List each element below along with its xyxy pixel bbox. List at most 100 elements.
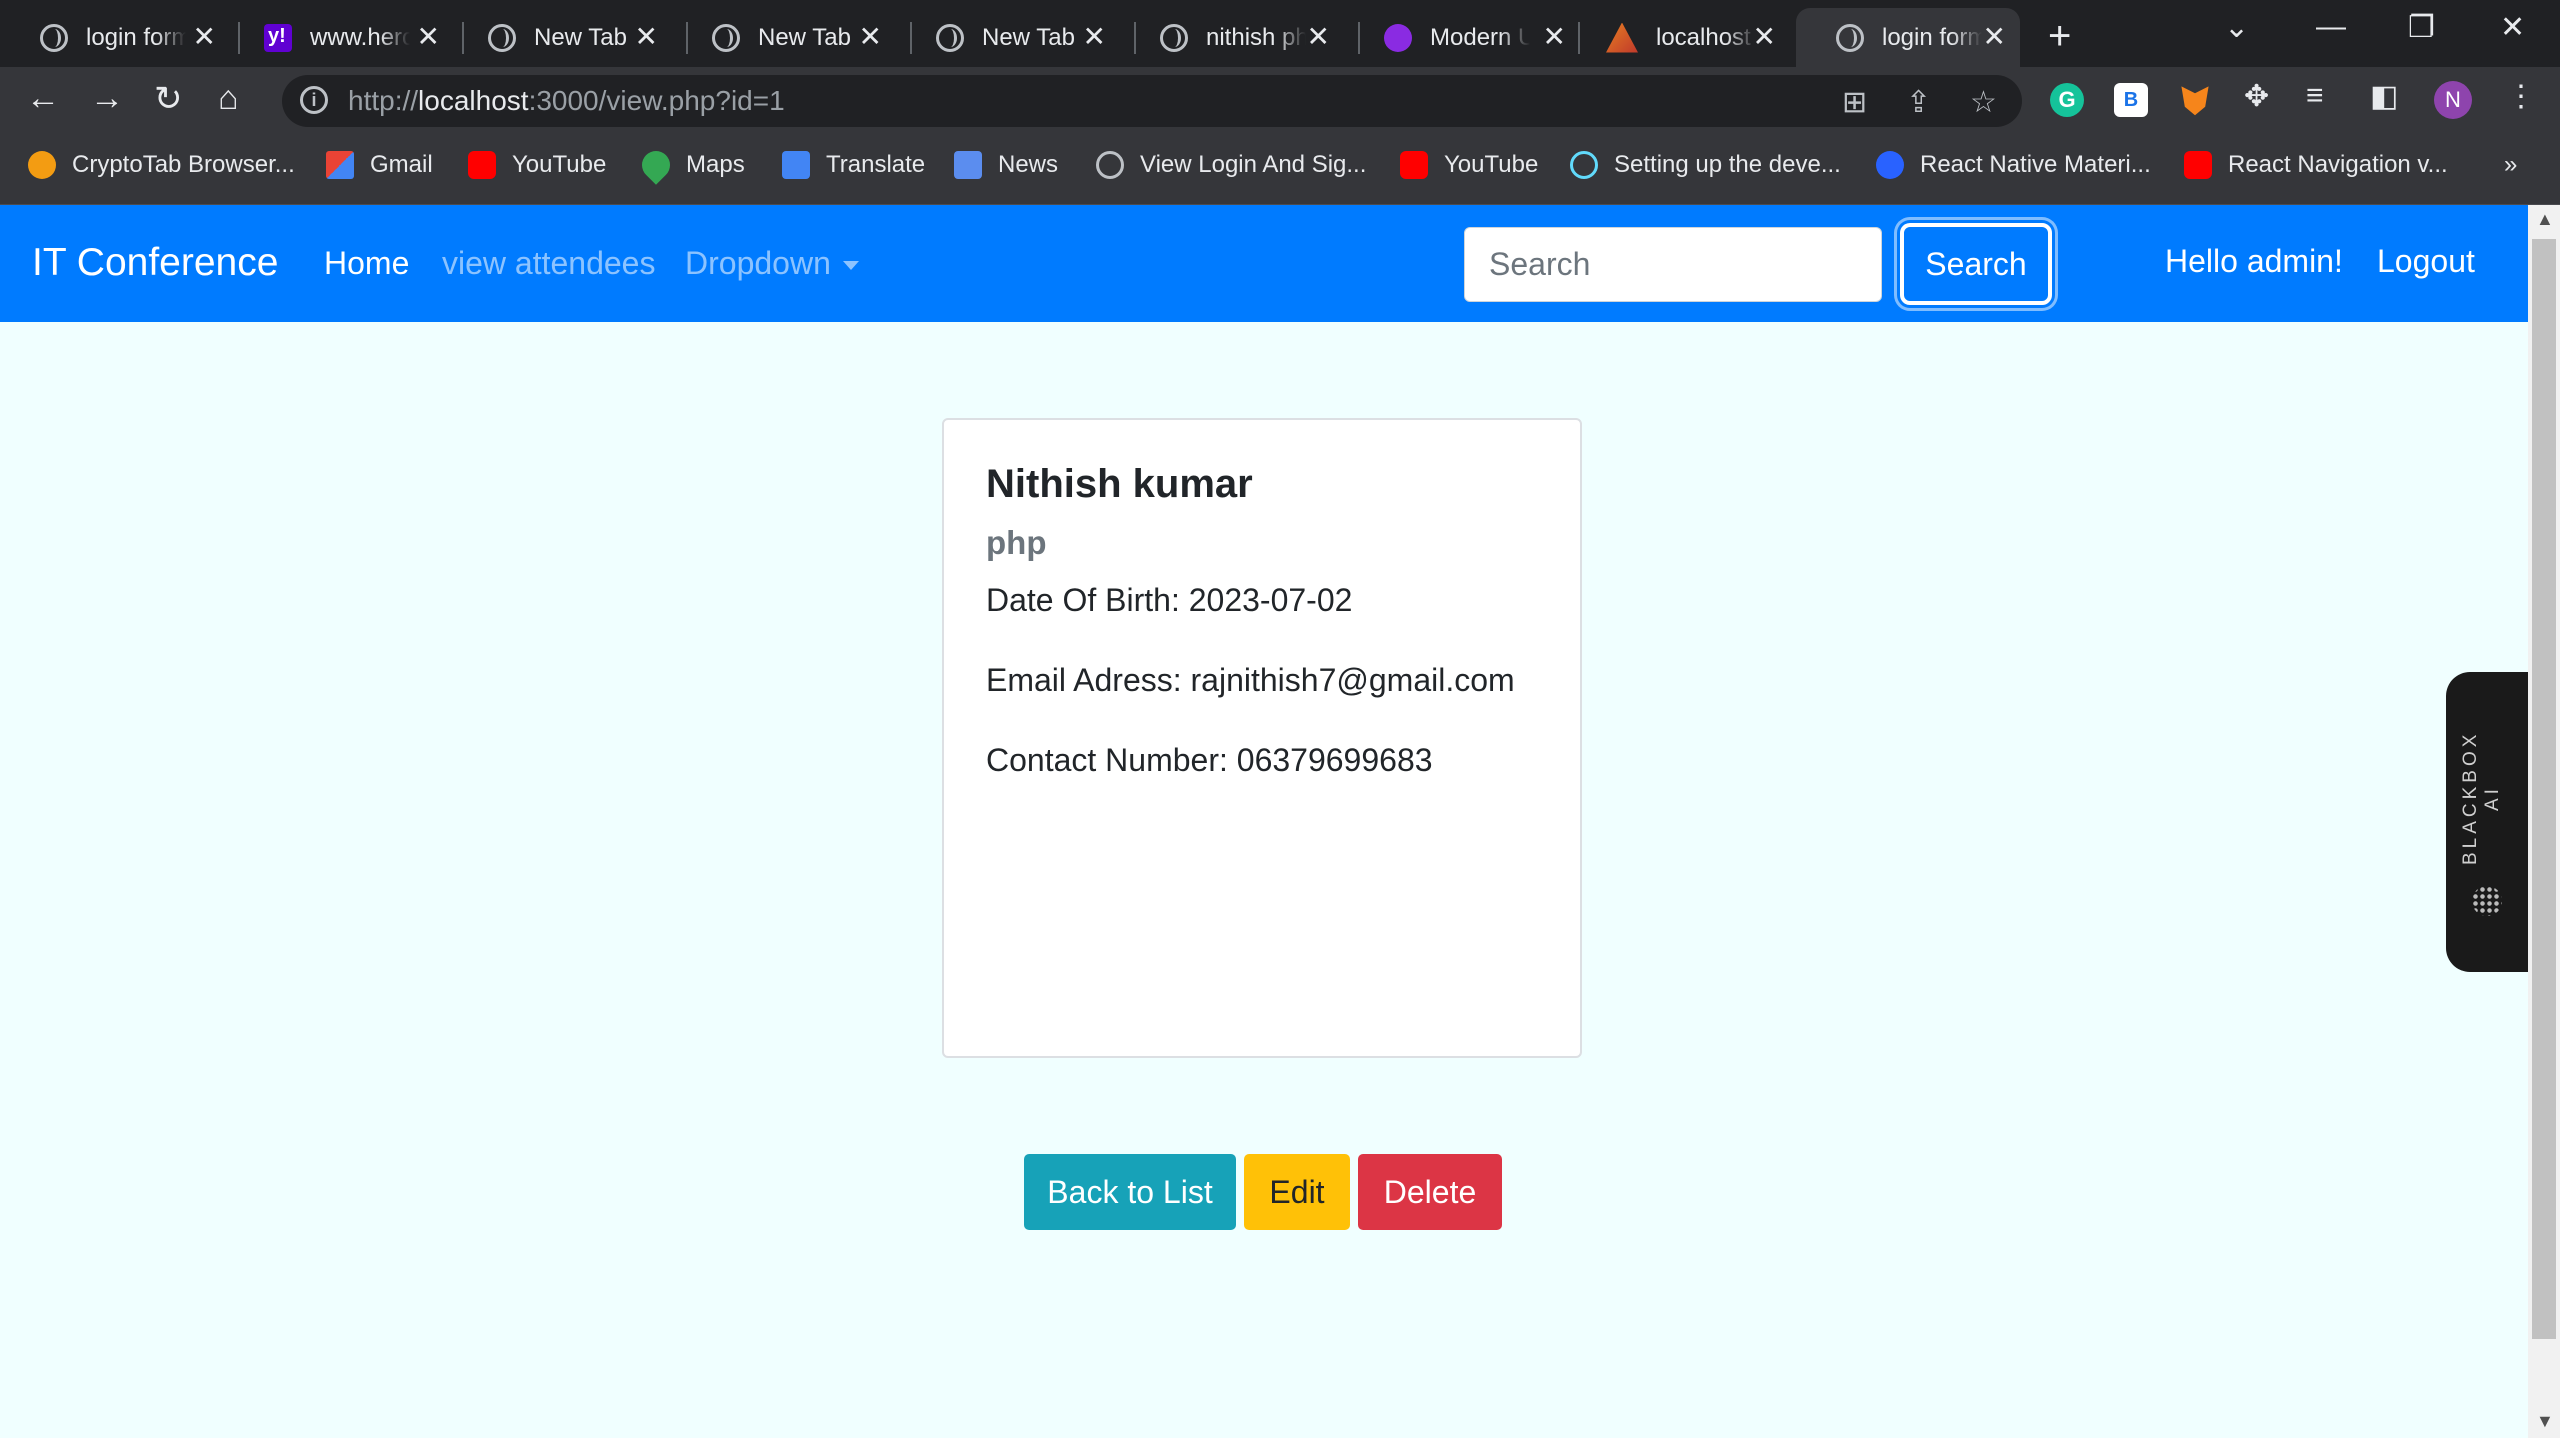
blackbox-ai-widget[interactable]: BLACKBOX AI bbox=[2446, 672, 2528, 972]
home-icon[interactable]: ⌂ bbox=[218, 79, 239, 118]
search-input[interactable] bbox=[1464, 227, 1882, 302]
profile-avatar[interactable]: N bbox=[2434, 81, 2472, 119]
extensions-puzzle-icon[interactable]: ✥ bbox=[2244, 79, 2269, 114]
tab-7[interactable]: Modern UI ✕ bbox=[1344, 8, 1580, 67]
metamask-icon[interactable] bbox=[2181, 86, 2209, 116]
side-panel-icon[interactable]: ◧ bbox=[2370, 79, 2398, 114]
youtube-icon bbox=[1400, 151, 1428, 179]
close-window-icon[interactable]: ✕ bbox=[2500, 10, 2525, 45]
bookmark-react-navigation[interactable]: React Navigation v... bbox=[2184, 151, 2448, 179]
logout-link[interactable]: Logout bbox=[2377, 243, 2475, 280]
nav-home-link[interactable]: Home bbox=[324, 245, 409, 282]
forward-arrow-icon[interactable]: → bbox=[90, 79, 124, 118]
media-control-icon[interactable]: ≡ bbox=[2306, 79, 2324, 113]
minimize-icon[interactable]: — bbox=[2316, 10, 2346, 44]
tab-9-active[interactable]: login form ✕ bbox=[1796, 8, 2020, 67]
translate-page-icon[interactable]: ⊞ bbox=[1842, 85, 1867, 120]
back-arrow-icon[interactable]: ← bbox=[26, 79, 60, 118]
tab-title: New Tab bbox=[982, 23, 1075, 51]
globe-icon bbox=[936, 23, 964, 52]
bookmark-label: React Native Materi... bbox=[1920, 151, 2151, 178]
youtube-icon bbox=[468, 151, 496, 179]
tab-8[interactable]: localhost ✕ bbox=[1566, 8, 1790, 67]
close-icon[interactable]: ✕ bbox=[635, 20, 658, 53]
edit-button[interactable]: Edit bbox=[1244, 1154, 1350, 1230]
gmail-icon bbox=[326, 151, 354, 179]
back-to-list-button[interactable]: Back to List bbox=[1024, 1154, 1236, 1230]
tab-4[interactable]: New Tab ✕ bbox=[672, 8, 896, 67]
caret-down-icon bbox=[842, 261, 859, 271]
search-button[interactable]: Search bbox=[1900, 223, 2052, 305]
bookmark-gmail[interactable]: Gmail bbox=[326, 151, 433, 179]
tab-3[interactable]: New Tab ✕ bbox=[448, 8, 672, 67]
tab-title: Modern UI bbox=[1430, 23, 1530, 51]
tab-2[interactable]: y! www.herokuapp ✕ bbox=[224, 8, 454, 67]
close-icon[interactable]: ✕ bbox=[1543, 20, 1566, 53]
tab-1[interactable]: login form ✕ bbox=[0, 8, 230, 67]
close-icon[interactable]: ✕ bbox=[1307, 20, 1330, 53]
globe-icon bbox=[1836, 23, 1864, 52]
bookmark-news[interactable]: News bbox=[954, 151, 1058, 179]
close-icon[interactable]: ✕ bbox=[417, 20, 440, 53]
address-bar[interactable]: i http://localhost:3000/view.php?id=1 ⊞ … bbox=[282, 75, 2022, 127]
bookmark-cryptotab[interactable]: CryptoTab Browser... bbox=[28, 151, 295, 179]
delete-button[interactable]: Delete bbox=[1358, 1154, 1502, 1230]
close-icon[interactable]: ✕ bbox=[193, 20, 216, 53]
attendee-card: Nithish kumar php Date Of Birth: 2023-07… bbox=[942, 418, 1582, 1058]
new-tab-icon[interactable]: + bbox=[2048, 14, 2071, 59]
scroll-down-icon[interactable]: ▼ bbox=[2536, 1411, 2554, 1432]
attendee-email: Email Adress: rajnithish7@gmail.com bbox=[986, 662, 1515, 698]
nav-dropdown-toggle[interactable]: Dropdown bbox=[685, 245, 859, 282]
bookmark-youtube[interactable]: YouTube bbox=[468, 151, 606, 179]
share-icon[interactable]: ⇪ bbox=[1906, 85, 1931, 120]
site-info-icon[interactable]: i bbox=[300, 86, 328, 114]
bookmark-label: Setting up the deve... bbox=[1614, 151, 1841, 178]
site-navbar: IT Conference Home view attendees Dropdo… bbox=[0, 205, 2528, 322]
page-scrollbar[interactable]: ▲ ▼ bbox=[2528, 205, 2560, 1438]
tab-title: localhost bbox=[1656, 23, 1751, 51]
bookmark-translate[interactable]: Translate bbox=[782, 151, 925, 179]
tab-6[interactable]: nithish php ✕ bbox=[1120, 8, 1344, 67]
bookmark-view-login[interactable]: View Login And Sig... bbox=[1096, 151, 1366, 179]
bookmark-label: CryptoTab Browser... bbox=[72, 151, 295, 178]
blackbox-ai-label: BLACKBOX AI bbox=[2460, 730, 2503, 866]
maps-icon bbox=[636, 145, 676, 185]
navbar-brand[interactable]: IT Conference bbox=[32, 241, 278, 285]
nav-dropdown-label: Dropdown bbox=[685, 245, 831, 281]
react-icon bbox=[1570, 151, 1598, 179]
bookmark-label: Maps bbox=[686, 151, 745, 178]
close-icon[interactable]: ✕ bbox=[1753, 20, 1776, 53]
more-bookmarks-icon[interactable]: » bbox=[2504, 151, 2517, 179]
attendee-dob: Date Of Birth: 2023-07-02 bbox=[986, 582, 1353, 618]
tab-title: New Tab bbox=[534, 23, 627, 51]
extension-b-icon[interactable]: B bbox=[2114, 83, 2148, 117]
browser-menu-icon[interactable]: ⋮ bbox=[2506, 79, 2536, 114]
scrollbar-thumb[interactable] bbox=[2532, 239, 2556, 1339]
close-icon[interactable]: ✕ bbox=[1983, 20, 2006, 53]
attendee-name: Nithish kumar bbox=[986, 462, 1253, 506]
bookmark-maps[interactable]: Maps bbox=[636, 145, 745, 185]
bookmark-star-icon[interactable]: ☆ bbox=[1970, 85, 1997, 120]
nav-view-attendees-link[interactable]: view attendees bbox=[442, 245, 655, 282]
xampp-icon bbox=[1606, 22, 1638, 53]
close-icon[interactable]: ✕ bbox=[1083, 20, 1106, 53]
bookmark-setting-up[interactable]: Setting up the deve... bbox=[1570, 151, 1841, 179]
close-icon[interactable]: ✕ bbox=[859, 20, 882, 53]
bookmark-label: View Login And Sig... bbox=[1140, 151, 1367, 178]
reload-icon[interactable]: ↻ bbox=[154, 79, 183, 119]
tab-search-icon[interactable]: ⌄ bbox=[2224, 10, 2249, 45]
grammarly-icon[interactable]: G bbox=[2050, 83, 2084, 117]
bookmark-label: YouTube bbox=[512, 151, 607, 178]
bookmarks-bar: CryptoTab Browser... Gmail YouTube Maps … bbox=[0, 133, 2560, 205]
cryptotab-icon bbox=[28, 151, 56, 179]
restore-icon[interactable]: ❐ bbox=[2408, 10, 2435, 45]
globe-icon bbox=[488, 23, 516, 52]
url-text[interactable]: http://localhost:3000/view.php?id=1 bbox=[348, 85, 785, 117]
scroll-up-icon[interactable]: ▲ bbox=[2536, 209, 2554, 230]
bookmark-react-native-material[interactable]: React Native Materi... bbox=[1876, 151, 2151, 179]
bookmark-label: Translate bbox=[826, 151, 926, 178]
browser-toolbar: ← → ↻ ⌂ i http://localhost:3000/view.php… bbox=[0, 67, 2560, 133]
bookmark-label: React Navigation v... bbox=[2228, 151, 2448, 178]
bookmark-youtube-2[interactable]: YouTube bbox=[1400, 151, 1538, 179]
tab-5[interactable]: New Tab ✕ bbox=[896, 8, 1120, 67]
